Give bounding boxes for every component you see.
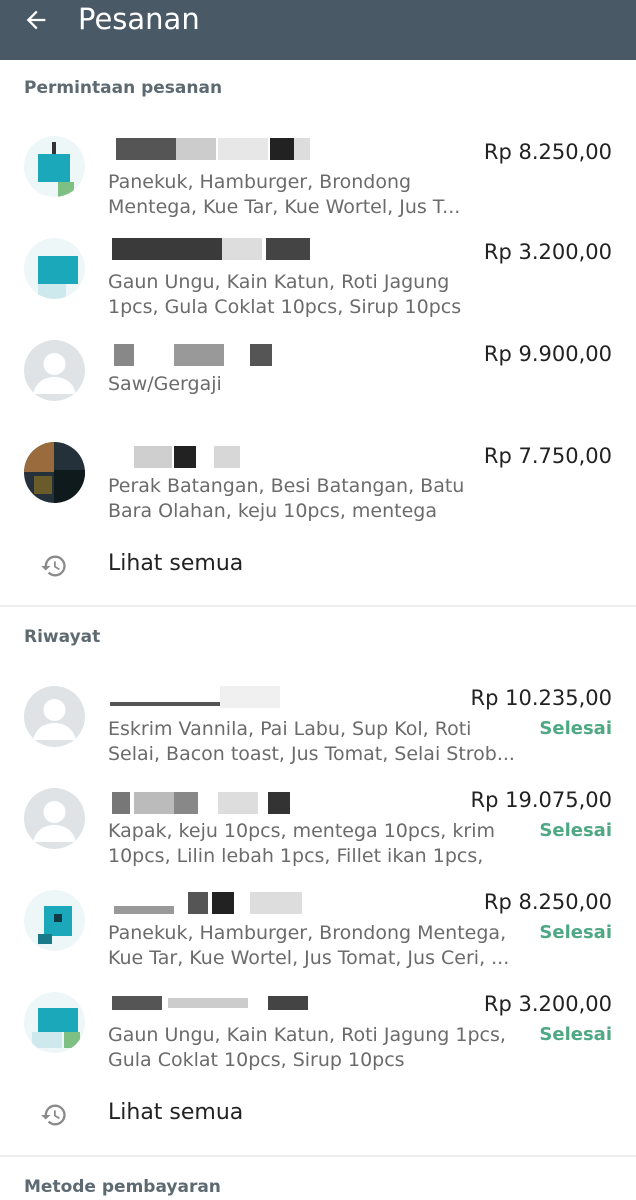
order-request-row[interactable]: Rp 3.200,00 Gaun Ungu, Kain Katun, Roti … [0, 232, 636, 332]
contact-name-redacted [108, 892, 308, 916]
see-all-label: Lihat semua [108, 551, 244, 576]
order-description: Panekuk, Hamburger, Brondong Mentega, Ku… [108, 171, 461, 218]
avatar [24, 686, 85, 747]
section-divider [0, 605, 636, 607]
avatar [24, 992, 85, 1053]
order-request-row[interactable]: Rp 7.750,00 Perak Batangan, Besi Batanga… [0, 436, 636, 536]
avatar [24, 442, 85, 503]
contact-name-redacted [108, 138, 310, 162]
order-request-row[interactable]: Rp 9.900,00 Saw/Gergaji [0, 334, 636, 434]
status-badge: Selesai [539, 718, 612, 739]
order-history-row[interactable]: Rp 19.075,00 Kapak, keju 10pcs, mentega … [0, 782, 636, 882]
order-description: Saw/Gergaji [108, 373, 222, 395]
section-title-history: Riwayat [24, 627, 101, 647]
history-icon [41, 555, 66, 577]
order-description: Panekuk, Hamburger, Brondong Mentega, Ku… [108, 922, 510, 969]
order-price: Rp 7.750,00 [483, 444, 612, 468]
section-divider [0, 1155, 636, 1157]
history-icon [41, 1104, 66, 1126]
status-badge: Selesai [539, 922, 612, 943]
avatar [24, 340, 85, 401]
avatar [24, 238, 85, 299]
order-history-row[interactable]: Rp 10.235,00 Eskrim Vannila, Pai Labu, S… [0, 680, 636, 780]
back-button[interactable] [14, 0, 58, 40]
contact-name-redacted [108, 446, 308, 470]
see-all-requests-button[interactable]: Lihat semua [0, 540, 636, 590]
contact-name-redacted [108, 238, 310, 262]
status-badge: Selesai [539, 820, 612, 841]
section-title-requests: Permintaan pesanan [24, 78, 223, 98]
page-title: Pesanan [78, 2, 200, 36]
order-description: Eskrim Vannila, Pai Labu, Sup Kol, Roti … [108, 718, 515, 765]
see-all-label: Lihat semua [108, 1100, 244, 1125]
default-user-icon [33, 801, 76, 842]
contact-name-redacted [108, 344, 308, 368]
order-price: Rp 3.200,00 [483, 992, 612, 1016]
order-description: Gaun Ungu, Kain Katun, Roti Jagung 1pcs,… [108, 1024, 506, 1071]
arrow-left-icon [26, 10, 46, 30]
app-bar: Pesanan [0, 0, 636, 60]
avatar [24, 890, 85, 951]
order-price: Rp 10.235,00 [470, 686, 612, 710]
section-title-payment: Metode pembayaran [24, 1177, 221, 1197]
order-description: Gaun Ungu, Kain Katun, Roti Jagung 1pcs,… [108, 271, 462, 318]
order-history-row[interactable]: Rp 3.200,00 Gaun Ungu, Kain Katun, Roti … [0, 986, 636, 1086]
order-price: Rp 9.900,00 [483, 342, 612, 366]
order-price: Rp 8.250,00 [483, 890, 612, 914]
order-history-row[interactable]: Rp 8.250,00 Panekuk, Hamburger, Brondong… [0, 884, 636, 984]
see-all-history-button[interactable]: Lihat semua [0, 1089, 636, 1139]
avatar [24, 136, 85, 197]
default-user-icon [33, 353, 76, 394]
order-price: Rp 3.200,00 [483, 240, 612, 264]
order-description: Perak Batangan, Besi Batangan, Batu Bara… [108, 475, 465, 522]
status-badge: Selesai [539, 1024, 612, 1045]
contact-name-redacted [108, 792, 308, 816]
order-description: Kapak, keju 10pcs, mentega 10pcs, krim 1… [108, 820, 495, 867]
contact-name-redacted [108, 990, 308, 1014]
order-request-row[interactable]: Rp 8.250,00 Panekuk, Hamburger, Brondong… [0, 130, 636, 230]
order-price: Rp 8.250,00 [483, 140, 612, 164]
default-user-icon [33, 699, 76, 740]
order-price: Rp 19.075,00 [470, 788, 612, 812]
avatar [24, 788, 85, 849]
contact-name-redacted [108, 686, 308, 710]
